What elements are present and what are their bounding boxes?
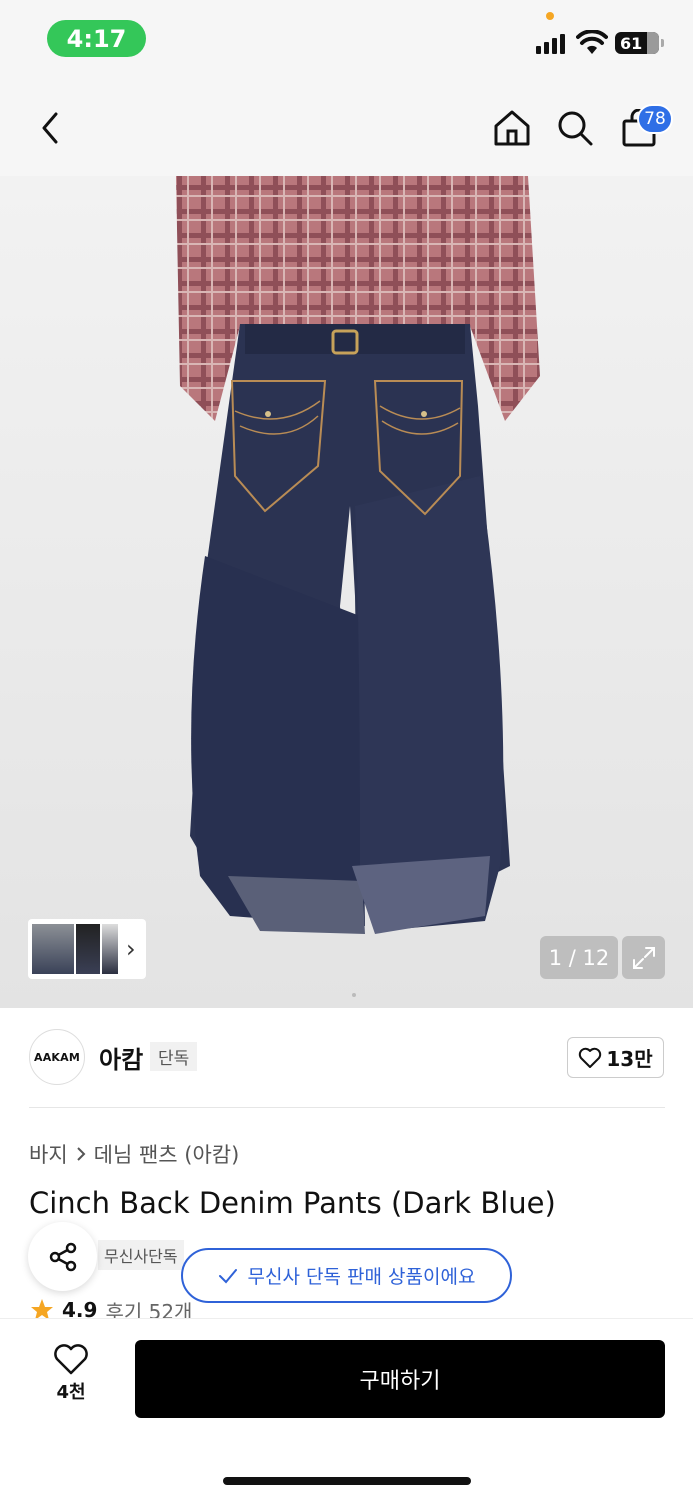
cellular-signal-icon	[536, 34, 565, 54]
thumbnail-image[interactable]	[32, 924, 74, 974]
brand-exclusive-tag: 단독	[150, 1042, 198, 1071]
check-icon	[218, 1268, 237, 1283]
musinsa-exclusive-tag: 무신사단독	[98, 1240, 184, 1270]
share-button[interactable]	[28, 1222, 97, 1291]
status-time: 4:17	[47, 20, 146, 57]
thumbnail-next-arrow[interactable]: ›	[126, 935, 136, 963]
expand-image-button[interactable]	[622, 936, 665, 979]
heart-icon	[54, 1344, 88, 1375]
status-bar: 4:17 61	[0, 0, 693, 80]
product-photo	[176, 176, 540, 934]
back-button[interactable]	[30, 108, 70, 148]
search-icon	[558, 111, 593, 146]
image-page-counter: 1 / 12	[540, 936, 618, 979]
heart-icon	[579, 1047, 602, 1068]
privacy-indicator-dot	[546, 12, 554, 20]
battery-icon: 61	[615, 32, 664, 54]
divider	[29, 1107, 665, 1108]
wifi-icon	[576, 30, 608, 54]
chevron-right-icon	[76, 1147, 86, 1161]
wishlist-button[interactable]: 4천	[40, 1344, 102, 1414]
home-icon	[494, 110, 530, 146]
breadcrumb: 바지 데님 팬츠 (아캄)	[29, 1139, 239, 1169]
product-title: Cinch Back Denim Pants (Dark Blue)	[29, 1186, 556, 1220]
thumbnail-strip[interactable]: ›	[28, 919, 146, 979]
search-button[interactable]	[555, 108, 595, 148]
brand-logo[interactable]: AAKAM	[29, 1029, 85, 1085]
battery-level: 61	[620, 33, 643, 53]
exclusive-notice-text: 무신사 단독 판매 상품이에요	[247, 1266, 476, 1288]
breadcrumb-subcategory[interactable]: 데님 팬츠 (아캄)	[94, 1139, 240, 1169]
brand-like-button[interactable]: 13만	[567, 1037, 664, 1078]
wishlist-count: 4천	[56, 1382, 86, 1403]
home-button[interactable]	[492, 108, 532, 148]
page-indicator-dot	[352, 993, 356, 997]
top-nav-bar	[0, 80, 693, 176]
product-image[interactable]	[0, 176, 693, 1008]
thumbnail-image[interactable]	[76, 924, 100, 974]
brand-name[interactable]: 아캄	[99, 1040, 143, 1075]
home-indicator	[223, 1477, 471, 1485]
thumbnail-image[interactable]	[102, 924, 118, 974]
brand-like-count: 13만	[606, 1047, 653, 1071]
breadcrumb-category[interactable]: 바지	[29, 1139, 68, 1169]
expand-icon	[632, 946, 655, 969]
exclusive-notice-tooltip: 무신사 단독 판매 상품이에요	[181, 1248, 512, 1303]
share-icon	[49, 1242, 76, 1271]
cart-count-badge: 78	[637, 104, 673, 134]
buy-button[interactable]: 구매하기	[135, 1340, 665, 1418]
back-icon	[42, 112, 58, 144]
